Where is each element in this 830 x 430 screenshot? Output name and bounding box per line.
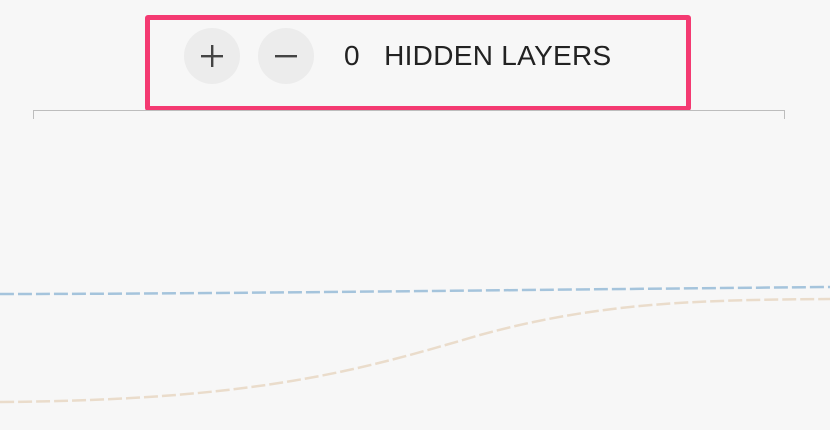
- curves-area: [0, 285, 830, 404]
- tan-dashed-curve: [0, 297, 830, 404]
- blue-dashed-curve: [0, 285, 830, 296]
- page: 0 HIDDEN LAYERS: [0, 0, 830, 430]
